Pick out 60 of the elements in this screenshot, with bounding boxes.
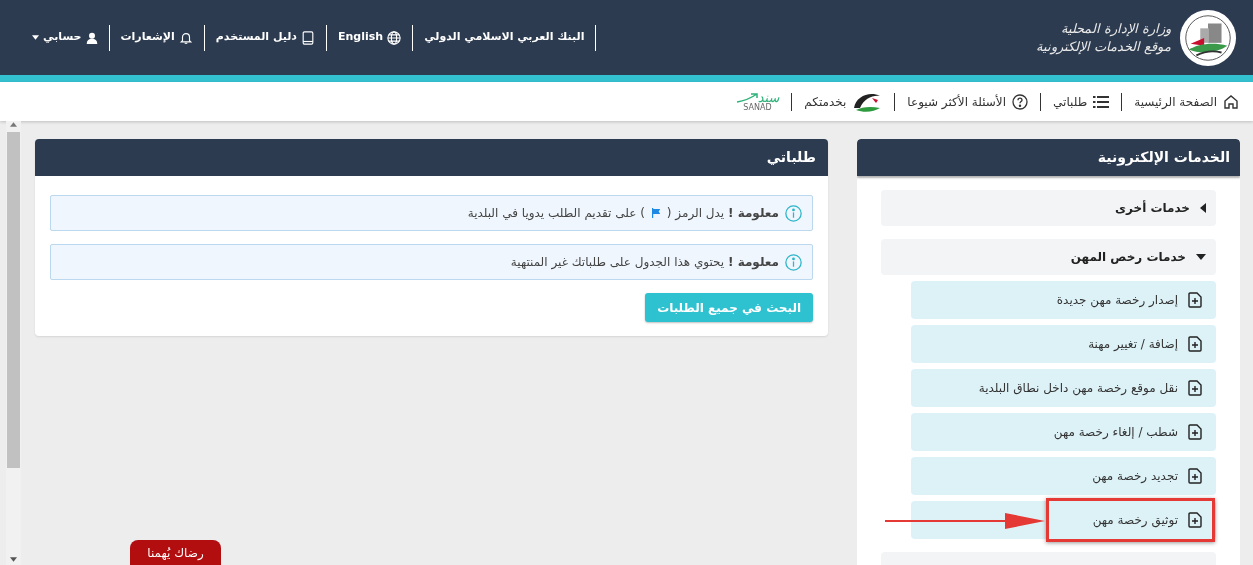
accordion-header[interactable]: خدمات أخرى [881,190,1216,226]
nav-link[interactable]: الصفحة الرئيسية [1134,92,1239,111]
alert-text: معلومة ! يدل الرمز ( [666,205,779,222]
file-plus-icon [1188,512,1202,528]
scroll-down-icon [10,557,17,562]
file-plus-icon [1188,380,1202,396]
service-item[interactable]: إضافة / تغيير مهنة [911,325,1216,363]
home-icon [1223,93,1239,110]
nav-link[interactable]: الأسئلة الأكثر شيوعا [907,92,1029,111]
file-plus-icon [1188,468,1202,484]
service-item[interactable]: تجديد رخصة مهن [911,457,1216,495]
service-item-label: إصدار رخصة مهن جديدة [1056,292,1178,309]
alert-text: ) على تقديم الطلب يدويا في البلدية [467,205,645,222]
header-link[interactable]: حسابي [32,29,98,46]
list-icon [1093,94,1110,109]
bell-icon [178,30,193,45]
ministry-emblem-icon [1179,8,1237,67]
user-icon [85,31,98,44]
sanad-logo-text: سند [757,91,780,104]
feedback-tab[interactable]: رضاك يُهمنا [130,540,221,565]
file-plus-icon [1188,292,1202,308]
header-link[interactable]: البنك العربي الاسلامي الدولي [424,29,585,46]
caret-left-icon [1200,203,1206,213]
service-item-label: تجديد رخصة مهن [1092,468,1178,485]
service-item[interactable]: شطب / إلغاء رخصة مهن [911,413,1216,451]
nav-link-label: الأسئلة الأكثر شيوعا [907,93,1007,111]
file-plus-icon [1188,336,1202,352]
service-item[interactable]: نقل موقع رخصة مهن داخل نطاق البلدية [911,369,1216,407]
nav-link-label: طلباتي [1053,93,1088,111]
nav-link[interactable]: طلباتي [1053,92,1110,111]
globe-icon [387,30,402,45]
header-link[interactable]: الإشعارات [120,29,193,46]
alert-text: معلومة ! يحتوي هذا الجدول على طلباتك غير المنتهية [510,254,779,271]
service-item-label: توثيق رخصة مهن [1092,512,1178,529]
caret-icon [32,35,39,40]
file-plus-icon [1188,424,1202,440]
accordion-label: خدمات رخص المهن [1070,249,1186,266]
service-item-label: شطب / إلغاء رخصة مهن [1053,424,1178,441]
site-name: موقع الخدمات الإلكترونية [1035,37,1171,56]
nav-link-label: الصفحة الرئيسية [1134,93,1217,111]
header-link[interactable]: English [338,29,402,46]
sanad-logo-caption: SANAD [743,104,772,112]
panel-title: الخدمات الإلكترونية [1097,148,1230,168]
nav-link[interactable]: بخدمتكم [804,89,883,114]
header-link[interactable]: دليل المستخدم [215,29,315,46]
service-item[interactable]: إصدار رخصة مهن جديدة [911,281,1216,319]
ministry-name: وزارة الإدارة المحلية [1059,19,1171,38]
service-item-label: نقل موقع رخصة مهن داخل نطاق البلدية [978,380,1178,397]
nav-link-label: بخدمتكم [804,93,847,111]
caret-down-icon [1196,254,1206,260]
service-item[interactable]: توثيق رخصة مهن [911,501,1216,539]
accordion-label: خدمات أخرى [1115,199,1190,217]
info-icon [785,253,802,271]
swoosh-icon [735,92,758,103]
help-icon [1012,93,1029,110]
service-item-label: إضافة / تغيير مهنة [1088,336,1178,353]
book-icon [301,30,315,45]
panel-title: طلباتي [766,148,816,167]
info-icon [785,204,802,222]
accordion-header[interactable]: خدمات رخص المهن [881,239,1216,275]
